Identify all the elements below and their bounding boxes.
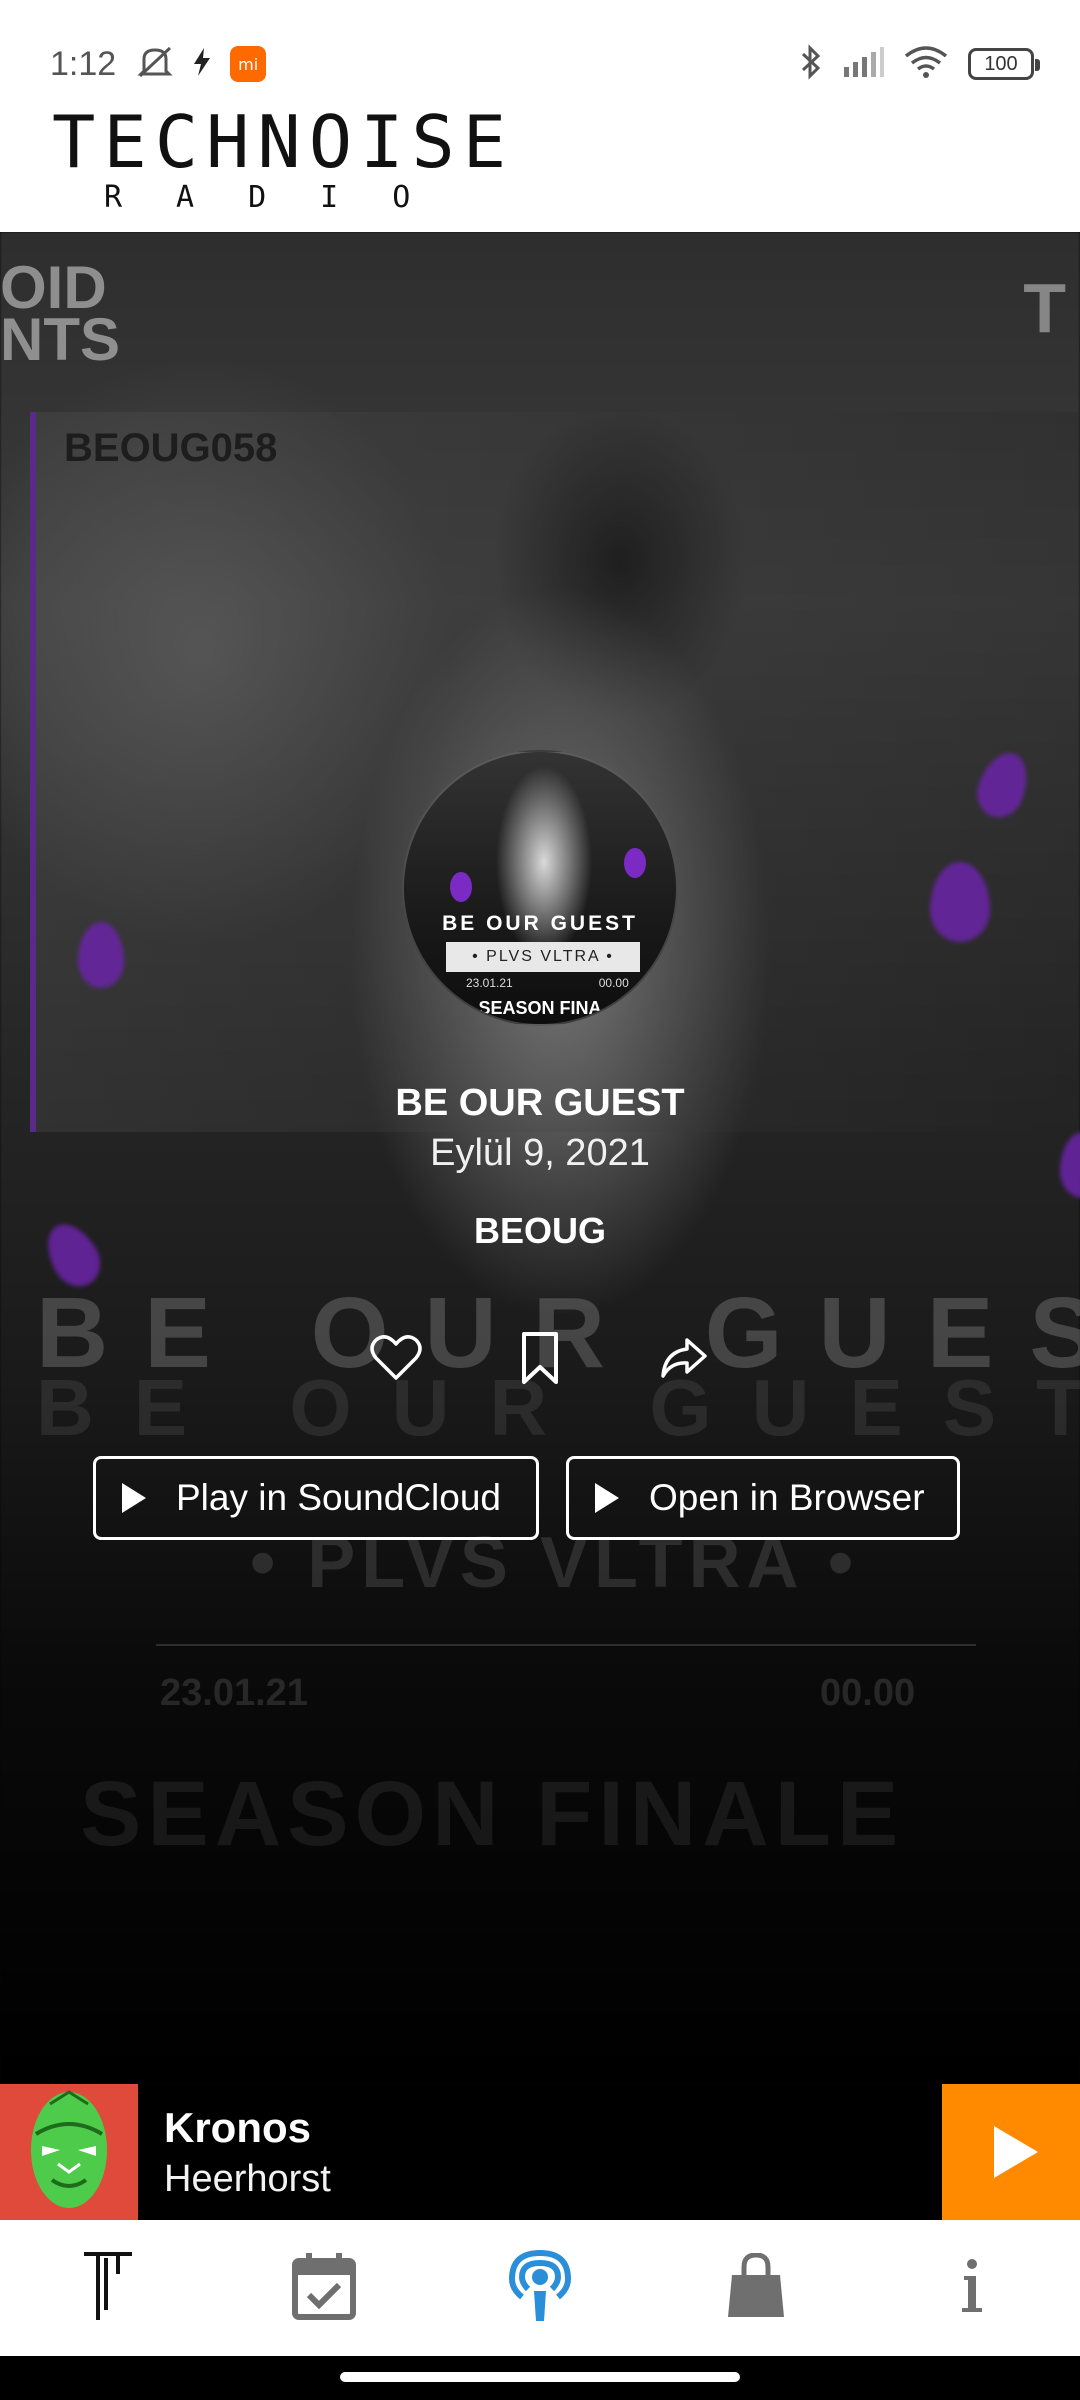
nav-shop[interactable]	[696, 2228, 816, 2348]
info-icon	[960, 2258, 984, 2319]
bookmark-icon[interactable]	[504, 1322, 576, 1394]
episode-hero: OID NTS BEOUG058 T BE OUR GUEST BE OUR G…	[0, 232, 1080, 2084]
bluetooth-icon	[800, 43, 822, 85]
share-icon[interactable]	[648, 1322, 720, 1394]
play-icon	[122, 1483, 146, 1513]
play-icon	[994, 2126, 1038, 2178]
podcast-icon	[508, 2249, 572, 2328]
now-playing-artist: Heerhorst	[164, 2158, 331, 2200]
nav-schedule[interactable]	[264, 2228, 384, 2348]
nav-podcasts[interactable]	[480, 2228, 600, 2348]
play-icon	[595, 1483, 619, 1513]
now-playing-bar[interactable]: Kronos Heerhorst	[0, 2084, 1080, 2220]
open-in-browser-button[interactable]: Open in Browser	[566, 1456, 960, 1540]
open-in-browser-label: Open in Browser	[649, 1477, 925, 1518]
mute-icon	[136, 45, 174, 84]
heart-icon[interactable]	[360, 1322, 432, 1394]
status-bar: 1:12 mi 100	[50, 40, 1040, 88]
play-in-soundcloud-label: Play in SoundCloud	[176, 1477, 501, 1518]
episode-title: BE OUR GUEST	[395, 1082, 685, 1124]
technoise-logo[interactable]: TECHNOISE RADIO	[52, 100, 515, 215]
wifi-icon	[904, 45, 948, 83]
logo-word: TECHNOISE	[52, 100, 515, 184]
background-text-date: 23.01.21	[160, 1672, 308, 1714]
cover-petal	[450, 872, 472, 902]
cover-season: SEASON FINA	[478, 998, 602, 1018]
episode-date: Eylül 9, 2021	[430, 1132, 650, 1174]
background-text-season: SEASON FINALE	[80, 1763, 905, 1865]
cover-date: 23.01.21 00.00	[466, 976, 629, 990]
bottom-nav	[0, 2220, 1080, 2356]
mi-app-icon: mi	[230, 46, 267, 82]
app-header: 1:12 mi 100 TECHNOISE RADIO	[0, 0, 1080, 232]
play-in-soundcloud-button[interactable]: Play in SoundCloud	[93, 1456, 539, 1540]
now-playing-artwork	[0, 2084, 138, 2220]
background-text-time: 00.00	[820, 1672, 916, 1714]
flash-icon	[192, 47, 212, 81]
episode-show[interactable]: BEOUG	[0, 1210, 1080, 1252]
cover-petal	[624, 848, 646, 878]
technoise-logo-icon	[78, 2250, 138, 2327]
signal-icon	[842, 46, 884, 82]
battery-icon: 100	[968, 48, 1040, 80]
cover-title: BE OUR GUEST	[442, 912, 638, 935]
background-text-corner: T	[1023, 269, 1066, 347]
now-playing-track: Kronos	[164, 2104, 311, 2151]
background-text-oid: OID NTS	[0, 254, 120, 373]
background-divider	[156, 1644, 976, 1646]
calendar-check-icon	[291, 2251, 357, 2326]
status-time: 1:12	[50, 44, 117, 83]
logo-sub: RADIO	[104, 180, 465, 215]
background-text-catalog: BEOUG058	[64, 426, 278, 470]
nav-info[interactable]	[912, 2228, 1032, 2348]
system-home-bar	[0, 2356, 1080, 2400]
episode-actions	[360, 1320, 720, 1396]
now-playing-play-button[interactable]	[942, 2084, 1080, 2220]
nav-home[interactable]	[48, 2228, 168, 2348]
cover-edition: • PLVS VLTRA •	[446, 942, 640, 972]
home-indicator[interactable]	[340, 2372, 740, 2382]
shopping-bag-icon	[724, 2251, 788, 2324]
episode-cover-art: BE OUR GUEST • PLVS VLTRA • 23.01.21 00.0…	[402, 750, 678, 1026]
